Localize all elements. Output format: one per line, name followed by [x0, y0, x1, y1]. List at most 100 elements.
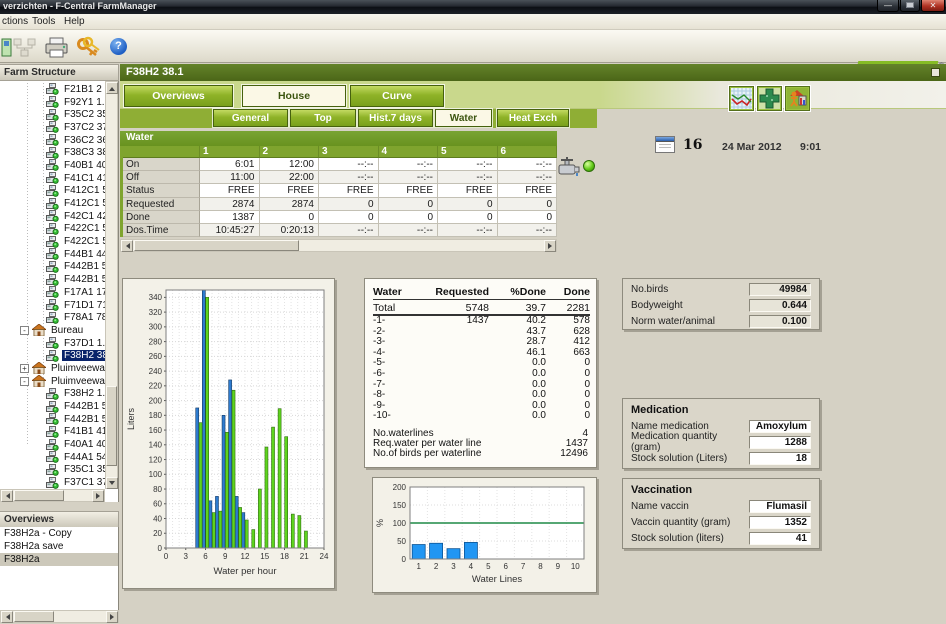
tree-item-f35c2-35-1[interactable]: F35C2 35.1 [0, 108, 105, 121]
tree-item-f35c1-35-1[interactable]: F35C1 35.1 [0, 464, 105, 477]
tree-item-f38h2-1-1[interactable]: F38H2 1.1 [0, 388, 105, 401]
panel-header-icon[interactable] [931, 68, 940, 77]
overview-item-f38h2a-copy[interactable]: F38H2a - Copy [0, 527, 118, 540]
tree-item-f37d1-1-1[interactable]: F37D1 1.1 [0, 337, 105, 350]
tree-item-f17a1-17-1[interactable]: F17A1 17.1 [0, 286, 105, 299]
climate-computer-icon [46, 337, 59, 349]
tree-item-f412c1-52-1[interactable]: F412C1 52.1 [0, 197, 105, 210]
tree-item-f442b1-55-1[interactable]: F442B1 55.1 [0, 261, 105, 274]
collapse-icon[interactable]: - [20, 326, 29, 335]
tree-item-f36c2-36-1[interactable]: F36C2 36.1 [0, 134, 105, 147]
keys-icon[interactable] [76, 36, 102, 60]
medication-value-name-medication[interactable]: Amoxylum [749, 420, 811, 433]
scroll-right-button[interactable] [544, 240, 556, 252]
menu-help[interactable]: Help [64, 16, 85, 27]
info-row-bodyweight: Bodyweight0.644 [623, 297, 819, 313]
expand-icon[interactable]: + [20, 364, 29, 373]
tree-item-f422c1-54-1[interactable]: F422C1 54.1 [0, 235, 105, 248]
summary-total-label: Total [373, 300, 419, 316]
scroll-right-button[interactable] [106, 611, 118, 623]
overviews-hscrollbar[interactable] [0, 610, 119, 623]
menu-actions[interactable]: ctions [2, 16, 28, 27]
minimize-button[interactable]: — [877, 0, 899, 12]
svg-text:300: 300 [149, 323, 163, 332]
water-col-header-5: 5 [438, 146, 498, 158]
tree-item-f38h2-38-1[interactable]: F38H2 38.1 [0, 349, 105, 362]
tree-item-pluimveewand-70[interactable]: +Pluimveewand 70 [0, 362, 105, 375]
medication-cross-button[interactable] [757, 86, 782, 111]
water-cell: --:-- [498, 158, 558, 171]
tree-item-f92y1-1-1[interactable]: F92Y1 1.1 [0, 96, 105, 109]
subtab-hist-7-days[interactable]: Hist.7 days [358, 109, 433, 127]
help-icon[interactable]: ? [110, 38, 136, 62]
tree-item-f71d1-71-1[interactable]: F71D1 71.1 [0, 299, 105, 312]
scroll-left-button[interactable] [1, 490, 13, 502]
tree-item-f44a1-54-1[interactable]: F44A1 54.1 [0, 451, 105, 464]
close-button[interactable]: ✕ [921, 0, 945, 12]
water-cell: 0 [438, 198, 498, 211]
scroll-right-button[interactable] [92, 490, 104, 502]
print-icon[interactable] [44, 36, 70, 60]
subtab-heat-exch[interactable]: Heat Exch [497, 109, 569, 127]
scroll-left-button[interactable] [121, 240, 133, 252]
overview-item-f38h2a[interactable]: F38H2a [0, 553, 118, 566]
tree-item-f41c1-41-1[interactable]: F41C1 41.1 [0, 172, 105, 185]
tab-overviews[interactable]: Overviews [124, 85, 233, 107]
svg-text:Water Lines: Water Lines [472, 574, 523, 585]
calendar-icon [655, 136, 675, 153]
vaccination-value-vaccin-quantity-gram[interactable]: 1352 [749, 516, 811, 529]
subtab-top[interactable]: Top [290, 109, 356, 127]
network-icon[interactable] [12, 36, 38, 60]
water-table: 123456On6:0112:00--:----:----:----:--Off… [120, 146, 557, 237]
tree-vscroll-thumb[interactable] [106, 386, 117, 466]
menu-tools[interactable]: Tools [32, 16, 55, 27]
tree-item-f78a1-78-1[interactable]: F78A1 78.1 [0, 311, 105, 324]
tree-hscrollbar[interactable] [0, 489, 105, 502]
tree-hscroll-thumb[interactable] [14, 490, 64, 501]
summary-line-requested [419, 348, 489, 359]
info-value-no-birds[interactable]: 49984 [749, 283, 811, 296]
tree-item-f21b1-2[interactable]: F21B1 2 [0, 83, 105, 96]
tree-item-f442b1-56-1[interactable]: F442B1 56.1 [0, 413, 105, 426]
scroll-down-button[interactable] [106, 477, 118, 489]
tree-item-pluimveewand-f2[interactable]: -Pluimveewand F2 [0, 375, 105, 388]
tree-item-f37c2-37-1[interactable]: F37C2 37.1 [0, 121, 105, 134]
tree-item-bureau[interactable]: -Bureau [0, 324, 105, 337]
tree-item-f40b1-40-1[interactable]: F40B1 40.1 [0, 159, 105, 172]
window-settings-button[interactable] [900, 0, 920, 12]
info-value-bodyweight[interactable]: 0.644 [749, 299, 811, 312]
subtab-water[interactable]: Water [435, 109, 492, 127]
tree-vscrollbar[interactable] [105, 81, 118, 489]
collapse-icon[interactable]: - [20, 377, 29, 386]
tree-item-f38c3-38-1[interactable]: F38C3 38.1 [0, 146, 105, 159]
water-hscroll-thumb[interactable] [134, 240, 299, 251]
tree-item-f40a1-40-1[interactable]: F40A1 40.1 [0, 438, 105, 451]
tree-item-label: F442B1 55.1 [62, 261, 105, 272]
connect-icon[interactable] [0, 36, 12, 60]
medication-value-medication-quantity-gram[interactable]: 1288 [749, 436, 811, 449]
subtab-general[interactable]: General [213, 109, 288, 127]
vaccination-label: Name vaccin [631, 501, 689, 512]
livestock-tools-button[interactable] [785, 86, 810, 111]
overviews-hscroll-thumb[interactable] [14, 611, 54, 622]
tree-item-f44b1-44-1[interactable]: F44B1 44.1 [0, 248, 105, 261]
tab-curve[interactable]: Curve [350, 85, 444, 107]
tree-item-f422c1-53-1[interactable]: F422C1 53.1 [0, 223, 105, 236]
tree-item-f41b1-41-1[interactable]: F41B1 41.1 [0, 426, 105, 439]
tree-item-f42c1-42-1[interactable]: F42C1 42.1 [0, 210, 105, 223]
summary-footer-no-of-birds-per-waterline: No.of birds per waterline12496 [373, 449, 588, 459]
vaccination-value-stock-solution-liters[interactable]: 41 [749, 532, 811, 545]
scroll-up-button[interactable] [106, 82, 118, 94]
overview-item-f38h2a-save[interactable]: F38H2a save [0, 540, 118, 553]
tree-item-f442b1-56-1[interactable]: F442B1 56.1 [0, 273, 105, 286]
tab-house[interactable]: House [242, 85, 346, 107]
tree-item-f412c1-51-1[interactable]: F412C1 51.1 [0, 185, 105, 198]
scroll-left-button[interactable] [1, 611, 13, 623]
water-table-hscrollbar[interactable] [120, 239, 557, 252]
tree-item-f37c1-37-1[interactable]: F37C1 37.1 [0, 476, 105, 489]
tree-item-f442b1-57-1[interactable]: F442B1 57.1 [0, 400, 105, 413]
chart-button[interactable] [729, 86, 754, 111]
vaccination-value-name-vaccin[interactable]: Flumasil [749, 500, 811, 513]
info-value-norm-water-animal[interactable]: 0.100 [749, 315, 811, 328]
medication-value-stock-solution-liters[interactable]: 18 [749, 452, 811, 465]
